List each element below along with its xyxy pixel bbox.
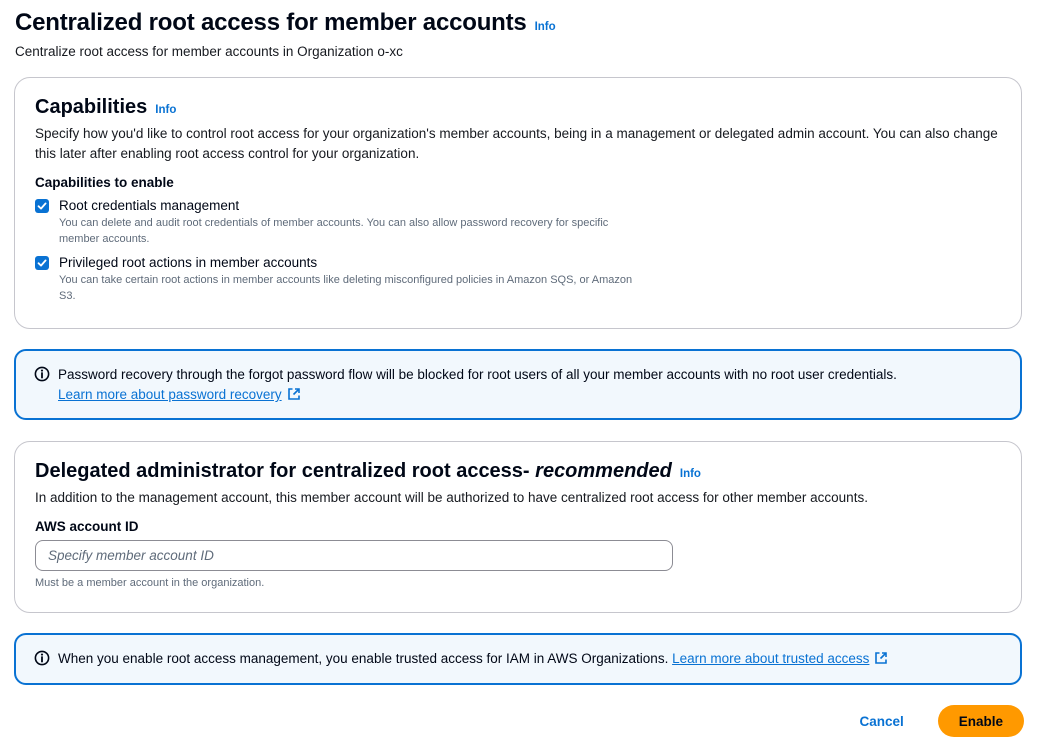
password-recovery-link[interactable]: Learn more about password recovery	[58, 387, 301, 402]
password-recovery-alert: Password recovery through the forgot pas…	[14, 349, 1022, 420]
capabilities-field-label: Capabilities to enable	[35, 175, 174, 190]
delegated-admin-container: Delegated administrator for centralized …	[14, 441, 1022, 613]
capabilities-header: Capabilities Info	[35, 94, 1001, 120]
privileged-actions-description: You can take certain root actions in mem…	[59, 274, 633, 302]
page-info-link[interactable]: Info	[535, 21, 556, 33]
info-circle-icon	[34, 650, 50, 666]
capabilities-title: Capabilities	[35, 96, 148, 118]
external-link-icon	[875, 652, 888, 664]
root-credentials-label[interactable]: Root credentials management	[59, 197, 649, 215]
password-recovery-link-text[interactable]: Learn more about password recovery	[58, 387, 282, 402]
trusted-access-link[interactable]: Learn more about trusted access	[672, 651, 888, 666]
title-row: Centralized root access for member accou…	[15, 8, 556, 38]
enable-button[interactable]: Enable	[937, 705, 1024, 737]
root-credentials-description: You can delete and audit root credential…	[59, 217, 609, 245]
trusted-access-link-text[interactable]: Learn more about trusted access	[672, 651, 869, 666]
account-id-label: AWS account ID	[35, 519, 139, 534]
capabilities-info-link[interactable]: Info	[155, 104, 176, 116]
capabilities-container: Capabilities Info Specify how you'd like…	[14, 77, 1022, 329]
delegated-admin-header: Delegated administrator for centralized …	[35, 458, 1001, 484]
form-actions: Cancel Enable	[839, 705, 1024, 737]
privileged-actions-checkbox[interactable]	[35, 256, 49, 270]
privileged-actions-option: Privileged root actions in member accoun…	[35, 254, 1001, 304]
capabilities-description: Specify how you'd like to control root a…	[35, 126, 998, 161]
page-title: Centralized root access for member accou…	[15, 9, 527, 36]
delegated-admin-info-link[interactable]: Info	[680, 468, 701, 480]
trusted-access-message: When you enable root access management, …	[58, 651, 673, 666]
checkmark-icon	[37, 202, 47, 210]
password-recovery-message: Password recovery through the forgot pas…	[58, 367, 897, 382]
privileged-actions-label[interactable]: Privileged root actions in member accoun…	[59, 254, 649, 272]
cancel-button[interactable]: Cancel	[839, 705, 923, 737]
delegated-admin-description: In addition to the management account, t…	[35, 490, 868, 505]
delegated-admin-title-emphasis: recommended	[535, 460, 672, 482]
trusted-access-alert: When you enable root access management, …	[14, 633, 1022, 685]
root-credentials-option: Root credentials management You can dele…	[35, 197, 1001, 247]
account-id-input[interactable]	[35, 540, 673, 571]
delegated-admin-title: Delegated administrator for centralized …	[35, 458, 672, 484]
account-id-constraint: Must be a member account in the organiza…	[35, 577, 265, 589]
page-header: Centralized root access for member accou…	[15, 8, 556, 59]
external-link-icon	[287, 388, 300, 400]
page-description: Centralize root access for member accoun…	[15, 44, 403, 59]
root-credentials-checkbox[interactable]	[35, 199, 49, 213]
delegated-admin-title-text: Delegated administrator for centralized …	[35, 460, 536, 482]
checkmark-icon	[37, 259, 47, 267]
info-circle-icon	[34, 366, 50, 382]
